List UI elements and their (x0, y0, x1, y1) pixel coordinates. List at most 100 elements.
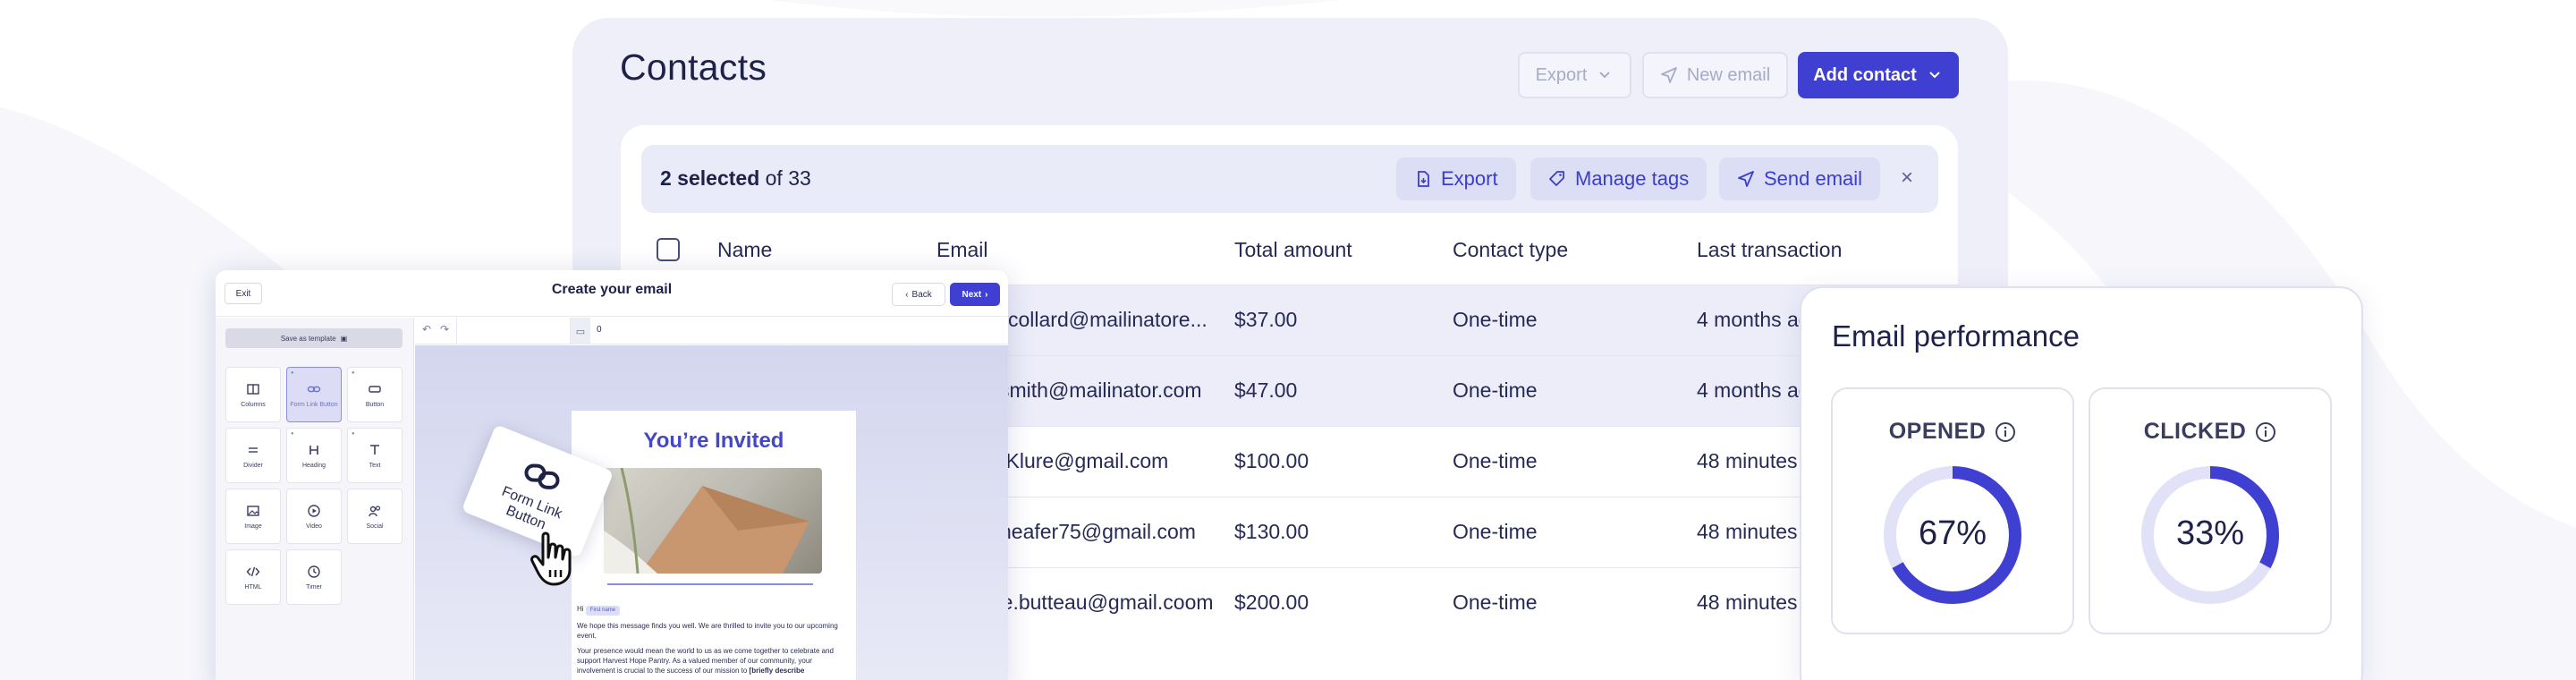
add-contact-label: Add contact (1813, 64, 1917, 85)
tile-label: Form Link Button (290, 401, 338, 408)
manage-tags-button[interactable]: Manage tags (1530, 157, 1707, 200)
email-paragraph: Your presence would mean the world to us… (577, 647, 834, 675)
bulk-export-label: Export (1441, 167, 1498, 190)
timer-icon (308, 565, 320, 578)
tile-label: HTML (244, 583, 262, 591)
block-tile-divider[interactable]: Divider (225, 428, 281, 483)
block-tile-video[interactable]: Video (286, 489, 342, 544)
row-contact-type: One-time (1453, 520, 1538, 543)
row-contact-type: One-time (1453, 591, 1538, 614)
new-email-button[interactable]: New email (1642, 52, 1788, 98)
block-tile-columns[interactable]: Columns (225, 367, 281, 422)
paper-plane-icon (1660, 67, 1677, 83)
column-header-email[interactable]: Email (936, 238, 988, 262)
code-icon (246, 566, 260, 576)
row-amount: $47.00 (1234, 378, 1298, 402)
back-button[interactable]: ‹ Back (892, 283, 945, 306)
column-header-name[interactable]: Name (717, 238, 772, 262)
email-divider (607, 583, 813, 585)
row-last-transaction: 48 minutes (1697, 520, 1798, 543)
row-amount: $100.00 (1234, 449, 1309, 472)
first-name-merge-tag[interactable]: First name (585, 606, 621, 616)
new-badge-icon: ● (352, 431, 355, 437)
block-tile-html[interactable]: HTML (225, 549, 281, 605)
block-tile-button[interactable]: ● Button (347, 367, 402, 422)
metric-label-clicked: CLICKED (2089, 419, 2332, 445)
info-icon[interactable] (2255, 421, 2276, 443)
row-amount: $130.00 (1234, 520, 1309, 543)
select-all-checkbox[interactable] (657, 238, 680, 261)
link-icon (524, 463, 560, 489)
send-email-button[interactable]: Send email (1719, 157, 1881, 200)
new-badge-icon: ● (291, 370, 294, 376)
zoom-value: 0 (597, 325, 602, 335)
save-as-template-button[interactable]: Save as template ▣ (225, 328, 402, 348)
columns-icon (247, 383, 259, 395)
row-contact-type: One-time (1453, 308, 1538, 331)
metric-label-opened: OPENED (1831, 419, 2074, 445)
new-badge-icon: ● (291, 431, 294, 437)
desktop-preview-icon[interactable]: ▭ (571, 318, 590, 344)
row-email: heafer75@gmail.com (1000, 520, 1196, 543)
builder-title: Create your email (551, 282, 673, 297)
block-tile-form-link-button[interactable]: ● Form Link Button (286, 367, 342, 422)
next-button[interactable]: Next › (950, 283, 1000, 306)
add-contact-button[interactable]: Add contact (1798, 52, 1959, 98)
social-icon (369, 505, 381, 516)
row-email: cKlure@gmail.com (996, 449, 1169, 472)
bulk-export-button[interactable]: Export (1396, 157, 1516, 200)
row-last-transaction: 48 minutes (1697, 591, 1798, 614)
block-tile-image[interactable]: Image (225, 489, 281, 544)
blocks-panel: Save as template ▣ Columns ● Form Link B… (216, 318, 414, 680)
save-as-template-label: Save as template (280, 334, 336, 343)
button-icon (369, 385, 381, 393)
tile-label: Heading (301, 462, 326, 469)
block-tile-timer[interactable]: Timer (286, 549, 342, 605)
video-icon (308, 504, 320, 517)
link-icon (307, 386, 321, 392)
column-header-total-amount[interactable]: Total amount (1234, 238, 1352, 262)
email-body: Hi First name We hope this message finds… (577, 604, 851, 676)
row-last-transaction: 48 minutes (1697, 449, 1798, 472)
block-tile-social[interactable]: Social (347, 489, 402, 544)
email-preview-card: You’re Invited Hi First name We hope thi… (572, 411, 856, 680)
row-email: collard@mailinatore... (1008, 308, 1208, 331)
save-icon: ▣ (340, 334, 348, 343)
chevron-down-icon (1929, 72, 1940, 79)
undo-icon[interactable]: ↶ (422, 323, 431, 336)
hand-cursor-icon (530, 531, 572, 586)
new-email-label: New email (1686, 64, 1771, 85)
clicked-value: 33% (2175, 514, 2245, 552)
email-greeting: Hi (577, 605, 584, 613)
tile-label: Columns (241, 401, 266, 408)
row-contact-type: One-time (1453, 378, 1538, 402)
image-icon (247, 505, 259, 516)
tile-label: Text (369, 462, 381, 469)
email-paragraph: We hope this message finds you well. We … (577, 622, 838, 640)
performance-title: Email performance (1832, 319, 2080, 353)
header-export-label: Export (1535, 64, 1588, 85)
column-header-contact-type[interactable]: Contact type (1453, 238, 1568, 262)
header-export-button[interactable]: Export (1518, 52, 1631, 98)
opened-value: 67% (1918, 514, 1987, 552)
redo-icon[interactable]: ↷ (440, 323, 449, 336)
chevron-down-icon (1599, 72, 1611, 79)
divider-icon (249, 446, 258, 453)
page-title: Contacts (620, 47, 767, 88)
tile-label: Divider (243, 462, 263, 469)
close-selection-icon[interactable]: × (1895, 166, 1919, 190)
manage-tags-label: Manage tags (1575, 167, 1690, 190)
row-amount: $37.00 (1234, 308, 1298, 331)
block-tile-heading[interactable]: ● Heading (286, 428, 342, 483)
heading-icon (309, 445, 318, 455)
row-amount: $200.00 (1234, 591, 1309, 614)
column-header-last-transaction[interactable]: Last transaction (1697, 238, 1842, 262)
envelope-photo (604, 468, 822, 574)
row-email: re.butteau@gmail.coom (995, 591, 1214, 614)
info-icon[interactable] (1995, 421, 2016, 443)
new-badge-icon: ● (352, 370, 355, 376)
tile-label: Video (306, 523, 322, 530)
block-tile-text[interactable]: ● Text (347, 428, 402, 483)
text-icon (370, 444, 379, 455)
paper-plane-icon (1738, 171, 1754, 187)
